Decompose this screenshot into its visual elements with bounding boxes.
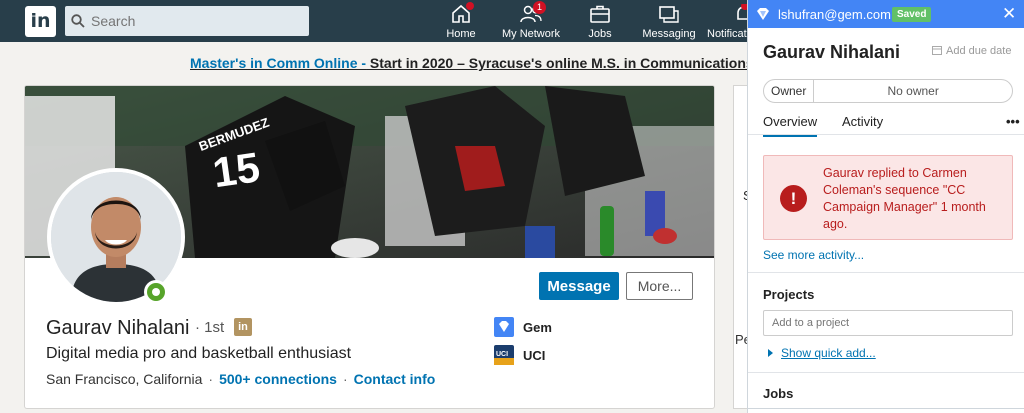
connections-link[interactable]: 500+ connections	[219, 371, 337, 387]
home-icon	[450, 2, 474, 24]
search-input[interactable]	[91, 13, 291, 29]
jobs-input-top	[748, 408, 1024, 409]
online-status-icon	[144, 280, 168, 304]
org-gem[interactable]: Gem	[494, 317, 552, 337]
owner-value: No owner	[887, 84, 939, 98]
bell-icon	[733, 4, 747, 24]
promo-banner[interactable]: Master's in Comm Online - Start in 2020 …	[190, 55, 791, 71]
uci-logo-icon: UCI	[494, 345, 514, 365]
jobs-title: Jobs	[763, 386, 794, 401]
activity-alert: ! Gaurav replied to Carmen Coleman's seq…	[763, 155, 1013, 240]
close-icon[interactable]: ✕	[1002, 5, 1016, 22]
section-divider	[748, 372, 1024, 373]
owner-label: Owner	[764, 80, 815, 102]
connection-degree: · 1st	[195, 319, 225, 336]
nav-jobs-label: Jobs	[588, 28, 612, 40]
tab-divider	[748, 134, 1024, 135]
home-dot-badge	[466, 2, 474, 10]
show-quick-add-label: Show quick add...	[781, 346, 876, 360]
separator: ·	[208, 371, 214, 387]
gem-extension-panel: lshufran@gem.com Saved ✕ Gaurav Nihalani…	[747, 0, 1024, 413]
org-gem-name: Gem	[523, 319, 552, 335]
org-uci-name: UCI	[523, 347, 546, 363]
more-options-icon[interactable]: •••	[1006, 114, 1020, 129]
nav-my-network-label: My Network	[501, 28, 561, 40]
tab-activity[interactable]: Activity	[842, 114, 883, 129]
search-icon	[71, 14, 85, 28]
linkedin-logo[interactable]: in	[25, 6, 56, 37]
section-divider	[748, 272, 1024, 273]
nav-notifications[interactable]: Notifications	[707, 4, 747, 40]
svg-text:UCI: UCI	[496, 351, 508, 358]
nav-notifications-label: Notifications	[707, 28, 747, 40]
jersey-number: 15	[210, 143, 263, 196]
profile-location-row: San Francisco, California · 500+ connectio…	[46, 371, 435, 387]
more-button[interactable]: More...	[626, 272, 693, 300]
add-due-date[interactable]: Add due date	[932, 45, 1011, 57]
message-button[interactable]: Message	[539, 272, 619, 300]
candidate-name: Gaurav Nihalani	[763, 42, 901, 62]
profile-card: 15 BERMUDEZ Message More... Gaurav Nihal…	[25, 86, 714, 408]
user-email: lshufran@gem.com	[778, 7, 891, 22]
alert-text: Gaurav replied to Carmen Coleman's seque…	[823, 166, 986, 231]
saved-badge: Saved	[892, 7, 932, 22]
add-due-date-label: Add due date	[946, 45, 1012, 57]
alert-icon: !	[780, 185, 807, 212]
briefcase-icon	[589, 4, 611, 24]
logo-text: in	[30, 10, 51, 32]
nav-messaging-label: Messaging	[642, 28, 696, 40]
calendar-icon	[932, 46, 942, 55]
see-more-activity-link[interactable]: See more activity...	[763, 248, 864, 262]
show-quick-add[interactable]: Show quick add...	[768, 346, 876, 360]
panel-header: lshufran@gem.com Saved ✕	[748, 0, 1024, 28]
nav-jobs[interactable]: Jobs	[586, 4, 614, 40]
promo-text: Start in 2020 – Syracuse's online M.S. i…	[366, 55, 792, 71]
contact-info-link[interactable]: Contact info	[354, 371, 436, 387]
premium-badge-icon: in	[234, 318, 252, 336]
network-badge: 1	[533, 1, 546, 14]
nav-messaging[interactable]: Messaging	[641, 4, 697, 40]
promo-link[interactable]: Master's in Comm Online -	[190, 55, 366, 71]
owner-select[interactable]: Owner No owner	[763, 79, 1013, 103]
nav-home-label: Home	[446, 28, 476, 40]
profile-location: San Francisco, California	[46, 371, 203, 387]
caret-right-icon	[768, 349, 773, 357]
nav-my-network[interactable]: 1 My Network	[500, 1, 562, 40]
messaging-icon	[658, 4, 680, 24]
gem-logo-icon	[494, 317, 514, 337]
search-bar[interactable]	[65, 6, 309, 36]
projects-title: Projects	[763, 287, 815, 302]
gem-icon	[755, 6, 771, 27]
profile-headline: Digital media pro and basketball enthusi…	[46, 345, 352, 362]
profile-name: Gaurav Nihalani	[46, 317, 190, 339]
people-icon: 1	[520, 1, 546, 24]
add-project-input[interactable]	[763, 310, 1013, 336]
nav-home[interactable]: Home	[444, 2, 478, 40]
org-uci[interactable]: UCI UCI	[494, 345, 545, 365]
separator: ·	[342, 371, 348, 387]
